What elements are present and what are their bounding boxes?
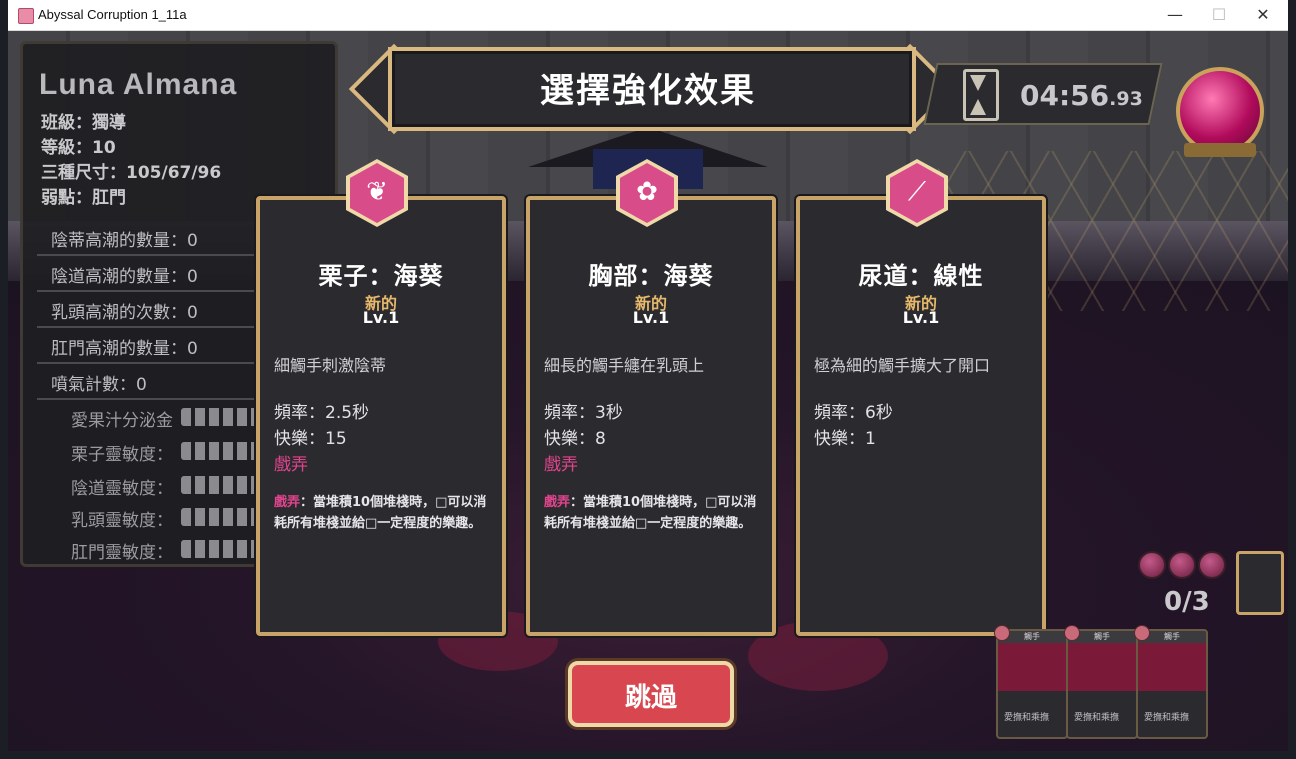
upgrade-card-3[interactable]: 尿道：線性 新的 Lv.1 極為細的觸手擴大了開口 頻率：6秒 快樂：1 <box>796 196 1046 636</box>
card-description: 極為細的觸手擴大了開口 <box>814 356 991 375</box>
card-frequency: 頻率：6秒 <box>814 403 893 423</box>
stat-label: 乳頭高潮的次數：0 <box>51 303 198 323</box>
card-title: 栗子：海葵 <box>318 262 444 290</box>
heart-deck-icon[interactable] <box>1236 551 1284 615</box>
note-text: ：當堆積10個堆棧時，□可以消耗所有堆棧並給□一定程度的樂趣。 <box>544 495 757 531</box>
stat-label: 噴氣計數：0 <box>51 375 147 395</box>
charge-orb-icon <box>1138 551 1166 579</box>
title-banner: 選擇強化效果 <box>348 43 956 135</box>
timer-fraction: .93 <box>1109 88 1143 110</box>
card-pleasure: 快樂：1 <box>814 429 876 449</box>
note-text: ：當堆積10個堆棧時，□可以消耗所有堆棧並給□一定程度的樂趣。 <box>274 495 487 531</box>
timer-main: 04:56 <box>1020 79 1110 112</box>
sensitivity-pips <box>181 540 261 558</box>
hand-card-head: 觸手 <box>1164 632 1180 641</box>
close-button[interactable]: ✕ <box>1240 0 1286 30</box>
minimize-button[interactable]: — <box>1152 0 1198 30</box>
upgrade-card-2[interactable]: 胸部：海葵 新的 Lv.1 細長的觸手纏在乳頭上 頻率：3秒 快樂：8 戲弄 戲… <box>526 196 776 636</box>
sensitivity-row: 陰道靈敏度： <box>71 474 261 499</box>
card-note: 戲弄：當堆積10個堆棧時，□可以消耗所有堆棧並給□一定程度的樂趣。 <box>544 492 762 534</box>
stat-label: 陰蒂高潮的數量：0 <box>51 231 198 251</box>
upgrade-card-1[interactable]: 栗子：海葵 新的 Lv.1 細觸手刺激陰蒂 頻率：2.5秒 快樂：15 戲弄 戲… <box>256 196 506 636</box>
sensitivity-label: 愛果汁分泌金 <box>71 411 173 431</box>
character-class: 班級：獨導 <box>41 113 126 133</box>
charge-orb-icon <box>1198 551 1226 579</box>
card-title: 胸部：海葵 <box>588 262 714 290</box>
card-pleasure: 快樂：15 <box>274 429 347 449</box>
card-tag: 戲弄 <box>544 455 578 475</box>
hex-inner: ❦ <box>350 163 404 223</box>
hand-card-label: 愛撫和乘撫 <box>1074 713 1120 723</box>
sensitivity-pips <box>181 476 261 494</box>
sensitivity-pips <box>181 508 261 526</box>
sensitivity-pips <box>181 408 261 426</box>
hex-glyph: ⟋ <box>907 177 927 207</box>
hand-card[interactable]: 觸手 愛撫和乘撫 <box>994 625 1068 739</box>
app-icon <box>18 8 34 24</box>
sensitivity-label: 陰道靈敏度： <box>71 479 173 499</box>
hand-card[interactable]: 觸手 愛撫和乘撫 <box>1134 625 1208 739</box>
maximize-button[interactable]: ☐ <box>1196 0 1242 30</box>
note-keyword: 戲弄 <box>274 495 301 510</box>
card-level: Lv.1 <box>902 308 940 327</box>
card-level: Lv.1 <box>632 308 670 327</box>
sensitivity-label: 栗子靈敏度： <box>71 445 173 465</box>
sensitivity-row: 乳頭靈敏度： <box>71 506 261 531</box>
orb-stand <box>1184 143 1256 157</box>
sensitivity-pips <box>181 442 261 460</box>
character-weakness: 弱點：肛門 <box>41 188 126 208</box>
character-size: 三種尺寸：105/67/96 <box>41 163 222 183</box>
hex-glyph: ✿ <box>636 177 658 207</box>
hand-card-head: 觸手 <box>1024 632 1040 641</box>
hand-card-label: 愛撫和乘撫 <box>1004 713 1050 723</box>
hex-glyph: ❦ <box>366 177 388 207</box>
skip-button[interactable]: 跳過 <box>568 661 734 727</box>
hand-card-head: 觸手 <box>1094 632 1110 641</box>
banner-title: 選擇強化效果 <box>540 71 756 111</box>
timer-readout: 04:56.93 <box>1020 79 1143 112</box>
sensitivity-row: 栗子靈敏度： <box>71 440 261 465</box>
character-level: 等級：10 <box>41 138 116 158</box>
sensitivity-row: 愛果汁分泌金 <box>71 406 261 431</box>
charge-orbs <box>1138 551 1238 579</box>
card-title: 尿道：線性 <box>858 262 984 290</box>
card-frequency: 頻率：2.5秒 <box>274 403 370 423</box>
hourglass-icon <box>963 69 999 121</box>
hex-inner: ⟋ <box>890 163 944 223</box>
sensitivity-label: 乳頭靈敏度： <box>71 511 173 531</box>
character-name: Luna Almana <box>39 68 238 101</box>
window-title: Abyssal Corruption 1_11a <box>38 7 187 22</box>
card-frequency: 頻率：3秒 <box>544 403 623 423</box>
card-level: Lv.1 <box>362 308 400 327</box>
lust-orb-icon <box>1176 67 1264 155</box>
card-pleasure: 快樂：8 <box>544 429 606 449</box>
window-titlebar: Abyssal Corruption 1_11a — ☐ ✕ <box>8 0 1288 31</box>
card-note: 戲弄：當堆積10個堆棧時，□可以消耗所有堆棧並給□一定程度的樂趣。 <box>274 492 492 534</box>
note-keyword: 戲弄 <box>544 495 571 510</box>
charge-orb-icon <box>1168 551 1196 579</box>
card-description: 細觸手刺激陰蒂 <box>274 356 387 375</box>
sensitivity-label: 肛門靈敏度： <box>71 543 173 563</box>
hex-inner: ✿ <box>620 163 674 223</box>
stat-label: 陰道高潮的數量：0 <box>51 267 198 287</box>
card-tag: 戲弄 <box>274 455 308 475</box>
stat-label: 肛門高潮的數量：0 <box>51 339 198 359</box>
skip-button-label: 跳過 <box>624 683 677 713</box>
deck-count: 0/3 <box>1164 587 1210 617</box>
card-description: 細長的觸手纏在乳頭上 <box>544 356 705 375</box>
sensitivity-row: 肛門靈敏度： <box>71 538 261 563</box>
game-canvas: Luna Almana 班級：獨導 等級：10 三種尺寸：105/67/96 弱… <box>8 31 1288 751</box>
hand-card[interactable]: 觸手 愛撫和乘撫 <box>1064 625 1138 739</box>
hand-card-label: 愛撫和乘撫 <box>1144 713 1190 723</box>
